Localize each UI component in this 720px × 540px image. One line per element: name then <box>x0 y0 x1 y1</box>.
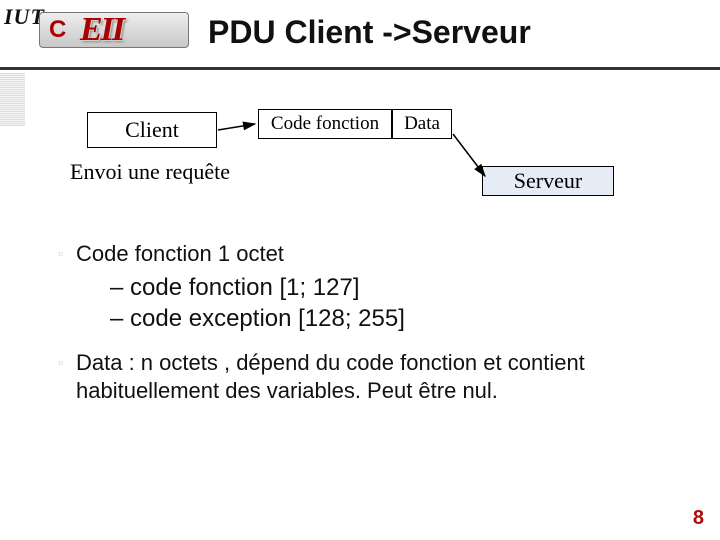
envoi-text: Envoi une requête <box>70 159 230 185</box>
bullet-icon: ▫ <box>58 245 76 268</box>
title-underline <box>0 67 720 70</box>
page-number: 8 <box>693 507 704 530</box>
sub-bullet-range1: – code fonction [1; 127] <box>110 272 678 303</box>
bullet-data: ▫ Data : n octets , dépend du code fonct… <box>58 349 678 405</box>
code-fonction-box: Code fonction <box>258 109 392 139</box>
data-label: Data <box>404 113 440 135</box>
slide-body: ▫ Code fonction 1 octet – code fonction … <box>58 240 678 409</box>
bullet-text: Data : n octets , dépend du code fonctio… <box>76 349 678 405</box>
bullet-icon: ▫ <box>58 354 76 405</box>
logo-badge: C EII <box>39 12 189 48</box>
client-box: Client <box>87 112 217 148</box>
decorative-strip <box>0 73 25 126</box>
slide-title: PDU Client ->Serveur <box>208 14 531 51</box>
client-label: Client <box>125 117 179 143</box>
logo-letter-c: C <box>49 16 66 44</box>
logo-letters-eii: EII <box>80 11 123 49</box>
serveur-box: Serveur <box>482 166 614 196</box>
bullet-code-fonction: ▫ Code fonction 1 octet <box>58 240 678 268</box>
logo-block: IUT C EII <box>4 4 194 50</box>
data-box: Data <box>392 109 452 139</box>
code-fonction-label: Code fonction <box>271 113 379 135</box>
serveur-label: Serveur <box>514 168 582 194</box>
sub-bullet-range2: – code exception [128; 255] <box>110 303 678 334</box>
bullet-text: Code fonction 1 octet <box>76 240 678 268</box>
